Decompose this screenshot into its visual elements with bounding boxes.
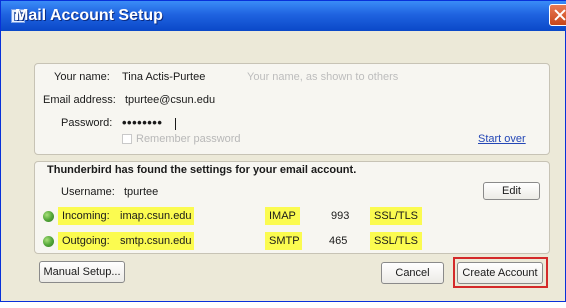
password-field[interactable]: •••••••• <box>122 115 162 130</box>
incoming-server: imap.csun.edu <box>120 210 192 222</box>
cancel-button[interactable]: Cancel <box>381 262 444 284</box>
remember-password-checkbox[interactable] <box>122 134 132 144</box>
outgoing-server: smtp.csun.edu <box>120 235 192 247</box>
outgoing-security: SSL/TLS <box>374 235 419 247</box>
text-cursor <box>175 118 176 130</box>
incoming-security: SSL/TLS <box>374 210 419 222</box>
incoming-status-icon <box>43 211 54 222</box>
remember-password-label: Remember password <box>136 133 241 145</box>
email-field[interactable]: tpurtee@csun.edu <box>125 94 215 106</box>
incoming-port: 993 <box>331 210 350 222</box>
outgoing-status-icon <box>43 236 54 247</box>
name-label: Your name: <box>54 71 110 83</box>
window-title: Mail Account Setup <box>15 7 163 24</box>
email-label: Email address: <box>43 94 116 106</box>
mail-account-setup-dialog: Mail Account Setup Your name: Tina Actis… <box>0 0 566 302</box>
name-field[interactable]: Tina Actis-Purtee <box>122 71 205 83</box>
username-label: Username: <box>61 186 115 198</box>
settings-found-message: Thunderbird has found the settings for y… <box>47 164 357 176</box>
password-label: Password: <box>61 117 113 129</box>
close-icon[interactable] <box>549 4 566 26</box>
incoming-label: Incoming: <box>62 210 110 222</box>
manual-setup-button[interactable]: Manual Setup... <box>39 261 125 283</box>
incoming-protocol: IMAP <box>269 210 296 222</box>
username-value: tpurtee <box>124 186 159 198</box>
create-account-button[interactable]: Create Account <box>457 262 543 284</box>
name-hint: Your name, as shown to others <box>247 71 399 83</box>
start-over-link[interactable]: Start over <box>478 133 526 145</box>
outgoing-port: 465 <box>329 235 348 247</box>
outgoing-protocol: SMTP <box>269 235 300 247</box>
edit-button[interactable]: Edit <box>483 182 540 200</box>
title-bar[interactable]: Mail Account Setup <box>1 1 566 31</box>
outgoing-label: Outgoing: <box>62 235 110 247</box>
